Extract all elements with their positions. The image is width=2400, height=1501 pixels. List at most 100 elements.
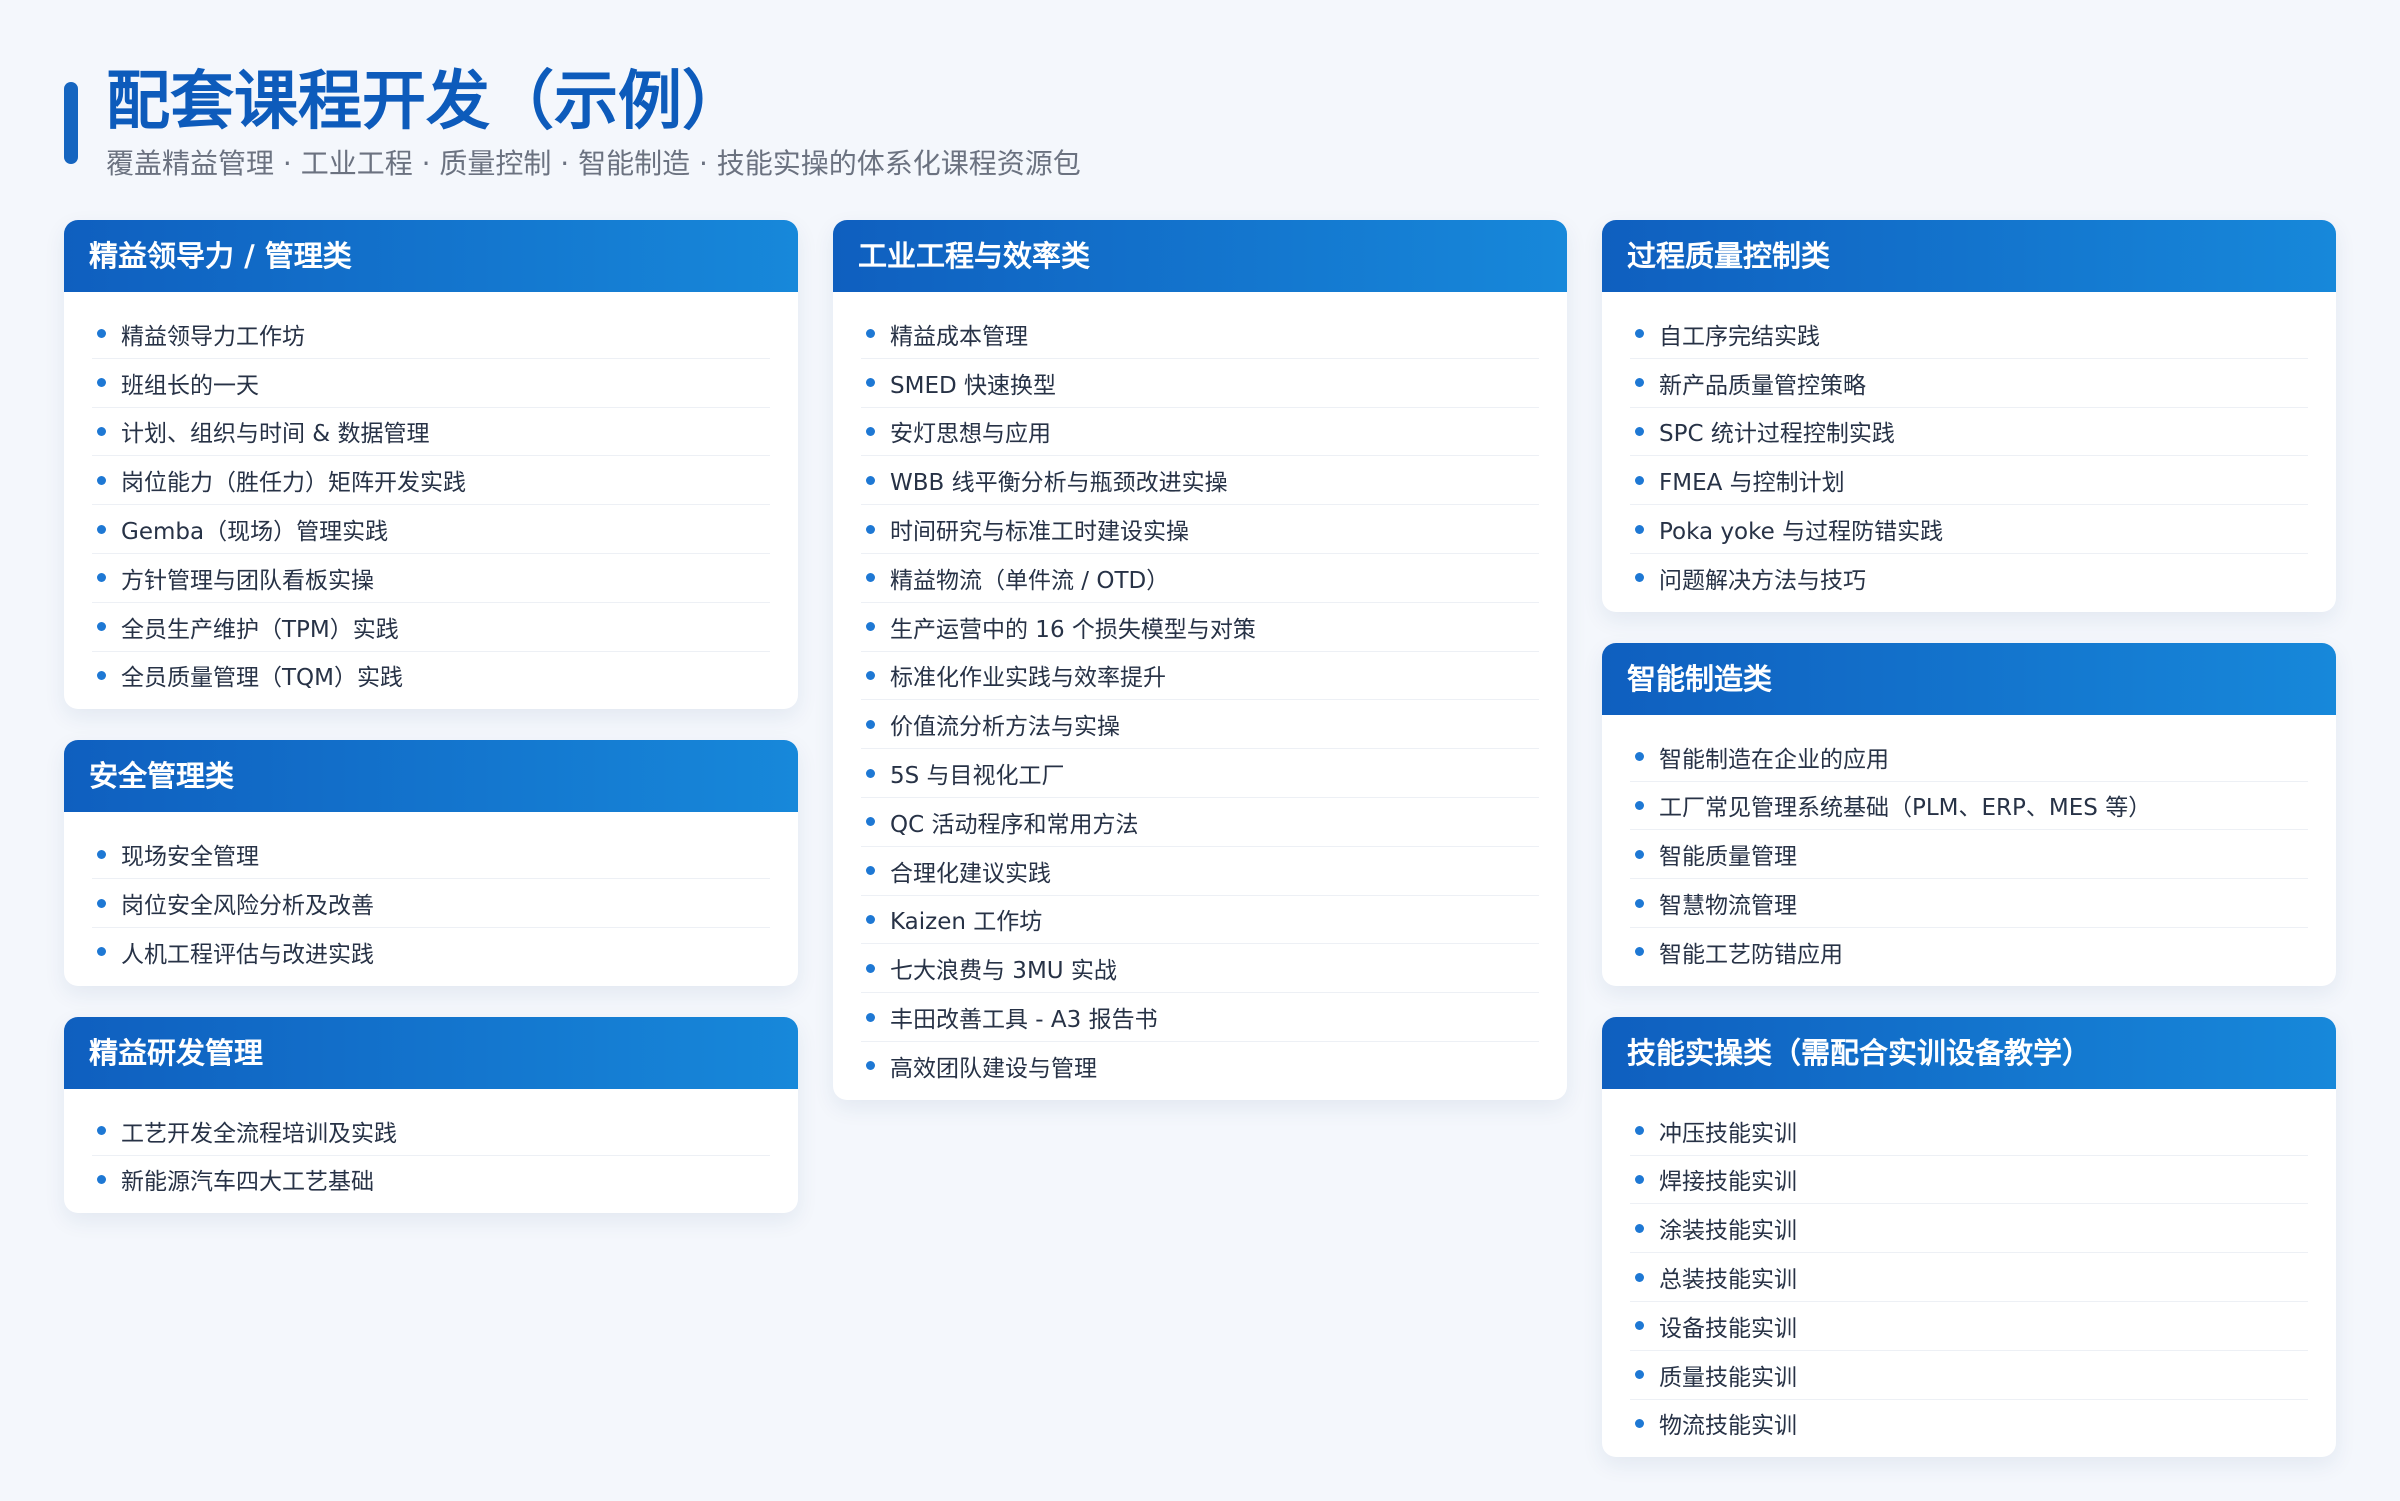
course-item-label: SMED 快速换型 xyxy=(890,372,1056,399)
course-item: FMEA 与控制计划 xyxy=(1630,456,2308,506)
course-item-label: 安灯思想与应用 xyxy=(890,421,1051,448)
course-item: 标准化作业实践与效率提升 xyxy=(861,652,1539,701)
bullet-dot-icon xyxy=(866,524,875,534)
card-title: 过程质量控制类 xyxy=(1602,220,2336,292)
course-item-label: 计划、组织与时间 & 数据管理 xyxy=(121,421,430,448)
course-item-label: 丰田改善工具 - A3 报告书 xyxy=(890,1007,1158,1034)
course-category-card: 智能制造类 智能制造在企业的应用 工厂常见管理系统基础（PLM、ERP、MES 等）… xyxy=(1602,642,2336,986)
course-item: 价值流分析方法与实操 xyxy=(861,700,1539,750)
course-item: 精益领导力工作坊 xyxy=(92,310,770,359)
course-item-label: Kaizen 工作坊 xyxy=(890,909,1043,936)
bullet-dot-icon xyxy=(1635,1272,1644,1282)
bullet-dot-icon xyxy=(1635,947,1644,957)
bullet-dot-icon xyxy=(97,524,106,534)
bullet-dot-icon xyxy=(866,670,875,680)
bullet-dot-icon xyxy=(866,914,875,924)
course-category-card: 精益研发管理 工艺开发全流程培训及实践 新能源汽车四大工艺基础 xyxy=(64,1016,798,1214)
course-item: Gemba（现场）管理实践 xyxy=(92,505,770,554)
course-item-label: 七大浪费与 3MU 实战 xyxy=(890,958,1117,985)
course-item-label: 班组长的一天 xyxy=(121,372,259,399)
column-3: 过程质量控制类 自工序完结实践 新产品质量管控策略 SPC 统计过程控制实践 FMEA … xyxy=(1602,220,2336,1488)
bullet-dot-icon xyxy=(97,1174,106,1184)
course-item-label: 精益物流（单件流 / OTD） xyxy=(890,567,1170,594)
course-item: Kaizen 工作坊 xyxy=(861,896,1539,945)
bullet-dot-icon xyxy=(1635,524,1644,534)
course-item: 现场安全管理 xyxy=(92,830,770,880)
course-item-label: 岗位安全风险分析及改善 xyxy=(121,893,374,920)
course-item-label: 岗位能力（胜任力）矩阵开发实践 xyxy=(121,470,466,497)
course-item-label: 设备技能实训 xyxy=(1659,1315,1797,1342)
course-item-label: QC 活动程序和常用方法 xyxy=(890,811,1139,838)
course-category-card: 技能实操类（需配合实训设备教学） 冲压技能实训 焊接技能实训 涂装技能实训 总装技能实训… xyxy=(1602,1016,2336,1458)
course-item-label: 人机工程评估与改进实践 xyxy=(121,941,374,968)
course-item-label: 现场安全管理 xyxy=(121,844,259,871)
course-item-label: 高效团队建设与管理 xyxy=(890,1055,1097,1082)
course-item-label: 智能制造在企业的应用 xyxy=(1659,746,1889,773)
course-item-label: 问题解决方法与技巧 xyxy=(1659,567,1866,594)
course-item: 工艺开发全流程培训及实践 xyxy=(92,1107,770,1156)
course-item: 方针管理与团队看板实操 xyxy=(92,554,770,603)
course-item-label: WBB 线平衡分析与瓶颈改进实操 xyxy=(890,470,1228,497)
bullet-dot-icon xyxy=(1635,573,1644,583)
card-title: 安全管理类 xyxy=(64,740,798,813)
bullet-dot-icon xyxy=(866,378,875,388)
page-subtitle: 覆盖精益管理 · 工业工程 · 质量控制 · 智能制造 · 技能实操的体系化课程… xyxy=(106,147,1081,180)
course-list: 智能制造在企业的应用 工厂常见管理系统基础（PLM、ERP、MES 等） 智能质量管… xyxy=(1602,715,2336,986)
course-item: 冲压技能实训 xyxy=(1630,1107,2308,1156)
course-item-label: 标准化作业实践与效率提升 xyxy=(890,665,1166,692)
course-item: 人机工程评估与改进实践 xyxy=(92,928,770,976)
course-item-label: 全员生产维护（TPM）实践 xyxy=(121,616,399,643)
course-item: 全员质量管理（TQM）实践 xyxy=(92,652,770,700)
course-item-label: 方针管理与团队看板实操 xyxy=(121,567,374,594)
bullet-dot-icon xyxy=(866,719,875,729)
course-item-label: SPC 统计过程控制实践 xyxy=(1659,421,1895,448)
bullet-dot-icon xyxy=(97,670,106,680)
bullet-dot-icon xyxy=(1635,378,1644,388)
bullet-dot-icon xyxy=(866,1012,875,1022)
course-item: 岗位安全风险分析及改善 xyxy=(92,879,770,928)
course-item-label: 智能质量管理 xyxy=(1659,844,1797,871)
course-item: 七大浪费与 3MU 实战 xyxy=(861,944,1539,994)
bullet-dot-icon xyxy=(97,849,106,859)
course-item-label: 物流技能实训 xyxy=(1659,1413,1797,1440)
course-item: 岗位能力（胜任力）矩阵开发实践 xyxy=(92,456,770,506)
card-title: 工业工程与效率类 xyxy=(833,220,1567,292)
bullet-dot-icon xyxy=(1635,1223,1644,1233)
bullet-dot-icon xyxy=(1635,1174,1644,1184)
course-item: 新产品质量管控策略 xyxy=(1630,359,2308,408)
course-item: 5S 与目视化工厂 xyxy=(861,749,1539,798)
course-list: 自工序完结实践 新产品质量管控策略 SPC 统计过程控制实践 FMEA 与控制计划 Po… xyxy=(1602,292,2336,612)
course-item: 智能制造在企业的应用 xyxy=(1630,733,2308,782)
course-item: 质量技能实训 xyxy=(1630,1351,2308,1400)
column-1: 精益领导力 / 管理类 精益领导力工作坊 班组长的一天 计划、组织与时间 & 数据管理… xyxy=(64,220,798,1244)
course-item-label: 涂装技能实训 xyxy=(1659,1218,1797,1245)
bullet-dot-icon xyxy=(866,866,875,876)
course-item-label: 新能源汽车四大工艺基础 xyxy=(121,1169,374,1196)
course-item: WBB 线平衡分析与瓶颈改进实操 xyxy=(861,456,1539,506)
bullet-dot-icon xyxy=(866,426,875,436)
course-item: 设备技能实训 xyxy=(1630,1302,2308,1351)
course-item-label: Gemba（现场）管理实践 xyxy=(121,519,389,546)
bullet-dot-icon xyxy=(1635,800,1644,810)
bullet-dot-icon xyxy=(97,622,106,632)
bullet-dot-icon xyxy=(1635,849,1644,859)
bullet-dot-icon xyxy=(97,426,106,436)
bullet-dot-icon xyxy=(97,378,106,388)
bullet-dot-icon xyxy=(866,622,875,632)
bullet-dot-icon xyxy=(1635,1321,1644,1331)
course-item: 生产运营中的 16 个损失模型与对策 xyxy=(861,603,1539,652)
page-title: 配套课程开发（示例） xyxy=(106,65,746,139)
title-accent-bar xyxy=(64,82,78,164)
card-title: 技能实操类（需配合实训设备教学） xyxy=(1602,1016,2336,1089)
course-category-card: 过程质量控制类 自工序完结实践 新产品质量管控策略 SPC 统计过程控制实践 FMEA … xyxy=(1602,220,2336,612)
bullet-dot-icon xyxy=(97,475,106,485)
bullet-dot-icon xyxy=(1635,426,1644,436)
course-list: 精益领导力工作坊班组长的一天计划、组织与时间 & 数据管理岗位能力（胜任力）矩阵… xyxy=(64,292,798,709)
course-item: Poka yoke 与过程防错实践 xyxy=(1630,505,2308,554)
course-item: 班组长的一天 xyxy=(92,359,770,408)
course-item: 计划、组织与时间 & 数据管理 xyxy=(92,408,770,457)
course-item: 智慧物流管理 xyxy=(1630,879,2308,928)
column-2: 工业工程与效率类 精益成本管理 SMED 快速换型 安灯思想与应用 WBB 线平衡分析与… xyxy=(833,220,1567,1131)
bullet-dot-icon xyxy=(866,817,875,827)
course-item: 安灯思想与应用 xyxy=(861,408,1539,457)
